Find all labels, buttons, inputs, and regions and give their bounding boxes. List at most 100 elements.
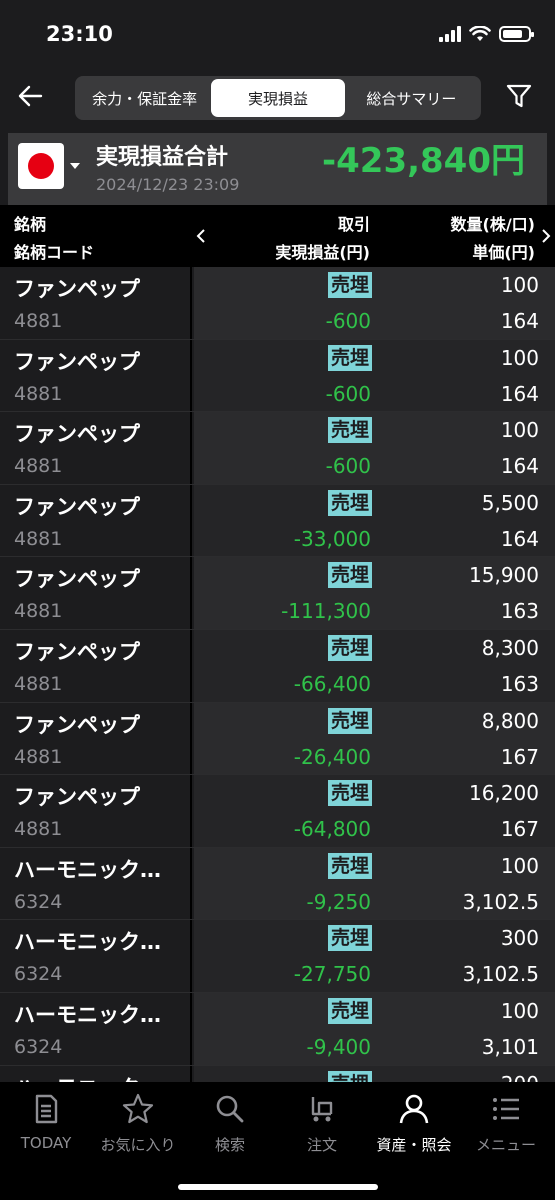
row-left-cell: ハーモニック… 6324 (0, 847, 192, 920)
trade-type-badge: 売埋 (327, 707, 372, 734)
stock-code: 4881 (14, 745, 63, 768)
unit-price: 164 (500, 454, 539, 479)
realized-pnl: -27,750 (293, 962, 371, 987)
row-right-cell: 売埋 -111,300 15,900 163 (194, 557, 555, 629)
nav-bar: 余力・保証金率 実現損益 総合サマリー (0, 70, 555, 130)
stock-name: ハーモニック… (14, 1002, 161, 1027)
tab-total-summary[interactable]: 総合サマリー (345, 79, 478, 117)
summary-amount: -423,840円 (322, 141, 525, 181)
row-left-cell: ファンペップ 4881 (0, 267, 192, 339)
stock-code: 4881 (14, 818, 63, 841)
row-right-cell: 売埋 -600 100 164 (194, 339, 555, 412)
column-price: 単価(円) (472, 243, 535, 262)
row-right-cell: 売埋 -27,750 300 3,102.5 (194, 920, 555, 992)
table-row[interactable]: ハーモニック… 売埋 200 (0, 1065, 555, 1082)
quantity: 200 (501, 1072, 539, 1082)
summary-date: 2024/12/23 23:09 (96, 175, 240, 194)
quantity: 100 (500, 418, 539, 443)
tabbar-item-today[interactable]: TODAY (0, 1092, 92, 1152)
table-row[interactable]: ファンペップ 4881 売埋 -26,400 8,800 167 (0, 702, 555, 776)
stock-name: ファンペップ (14, 785, 140, 810)
trade-type-badge: 売埋 (327, 780, 372, 807)
stock-code: 6324 (14, 890, 63, 913)
table-row[interactable]: ハーモニック… 6324 売埋 -27,750 300 3,102.5 (0, 920, 555, 993)
cart-icon (311, 1097, 333, 1122)
market-selector[interactable] (18, 143, 64, 189)
row-left-cell: ハーモニック… 6324 (0, 920, 192, 992)
quantity: 100 (500, 273, 539, 297)
table-row[interactable]: ファンペップ 4881 売埋 -600 100 164 (0, 339, 555, 413)
tabbar-item-search[interactable]: 検索 (184, 1092, 276, 1155)
table-row[interactable]: ファンペップ 4881 売埋 -600 100 164 (0, 412, 555, 485)
status-time: 23:10 (46, 22, 113, 46)
table-row[interactable]: ファンペップ 4881 売埋 -66,400 8,300 163 (0, 629, 555, 703)
back-arrow-icon (18, 85, 43, 107)
unit-price: 164 (500, 309, 539, 333)
tab-realized-pnl[interactable]: 実現損益 (211, 79, 345, 117)
stock-code: 4881 (14, 455, 63, 478)
back-button[interactable] (12, 78, 48, 114)
japan-flag-icon (28, 153, 54, 179)
row-right-cell: 売埋 -66,400 8,300 163 (194, 629, 555, 702)
tab-margin-ratio[interactable]: 余力・保証金率 (78, 79, 211, 117)
quantity: 100 (500, 853, 539, 878)
table-row[interactable]: ファンペップ 4881 売埋 -33,000 5,500 164 (0, 484, 555, 558)
tabbar-label: 注文 (306, 1136, 337, 1154)
column-trade: 取引 (337, 215, 370, 234)
chevron-left-icon[interactable] (195, 229, 207, 243)
column-pnl: 実現損益(円) (275, 243, 370, 262)
stock-name: ファンペップ (14, 422, 140, 447)
realized-pnl: -26,400 (293, 744, 371, 769)
realized-pnl: -600 (325, 381, 371, 406)
battery-icon (499, 26, 534, 42)
quantity: 8,800 (481, 708, 539, 733)
home-indicator (178, 1184, 378, 1190)
filter-button[interactable] (501, 78, 537, 114)
row-left-cell: ファンペップ 4881 (0, 412, 192, 484)
table-row[interactable]: ハーモニック… 6324 売埋 -9,250 100 3,102.5 (0, 847, 555, 921)
tabbar-item-menu[interactable]: メニュー (460, 1092, 552, 1155)
realized-pnl: -9,400 (306, 1034, 371, 1059)
tabbar-item-order[interactable]: 注文 (276, 1092, 368, 1155)
tabbar-label: TODAY (20, 1134, 72, 1152)
column-header: 銘柄 銘柄コード 取引 実現損益(円) 数量(株/口) 単価(円) (0, 205, 555, 267)
person-icon (399, 1094, 429, 1124)
unit-price: 167 (500, 744, 539, 769)
status-bar: 23:10 (0, 0, 555, 70)
table-row[interactable]: ファンペップ 4881 売埋 -600 100 164 (0, 267, 555, 340)
unit-price: 3,102.5 (462, 889, 539, 914)
status-icons (439, 26, 534, 42)
tabbar-label: 検索 (214, 1136, 245, 1154)
pnl-summary: 実現損益合計 2024/12/23 23:09 -423,840円 (8, 133, 547, 205)
row-right-cell: 売埋 -9,250 100 3,102.5 (194, 847, 555, 920)
table-row[interactable]: ファンペップ 4881 売埋 -64,800 16,200 167 (0, 775, 555, 848)
tabbar-item-assets[interactable]: 資産・照会 (368, 1092, 460, 1155)
row-right-cell: 売埋 -26,400 8,800 167 (194, 702, 555, 775)
unit-price: 164 (500, 381, 539, 406)
realized-pnl: -64,800 (293, 817, 371, 842)
filter-icon (506, 84, 532, 108)
column-code: 銘柄コード (14, 243, 95, 262)
tabbar-item-favorites[interactable]: お気に入り (92, 1092, 184, 1155)
stock-name: ファンペップ (14, 494, 140, 519)
caret-down-icon[interactable] (70, 163, 80, 169)
trade-type-badge: 売埋 (327, 344, 372, 371)
row-left-cell: ファンペップ 4881 (0, 775, 192, 847)
stock-code: 4881 (14, 310, 63, 332)
pnl-table: ファンペップ 4881 売埋 -600 100 164 ファンペップ 4881 … (0, 267, 555, 1082)
realized-pnl: -9,250 (306, 889, 371, 914)
chevron-right-icon[interactable] (540, 229, 552, 243)
table-row[interactable]: ハーモニック… 6324 売埋 -9,400 100 3,101 (0, 992, 555, 1066)
quantity: 16,200 (469, 781, 539, 806)
row-right-cell: 売埋 -9,400 100 3,101 (194, 992, 555, 1065)
stock-name: ファンペップ (14, 712, 140, 737)
column-name: 銘柄 (14, 215, 47, 234)
trade-type-badge: 売埋 (327, 852, 372, 879)
stock-name: ハーモニック… (14, 930, 161, 955)
quantity: 5,500 (481, 490, 539, 515)
row-left-cell: ハーモニック… (0, 1065, 192, 1082)
row-right-cell: 売埋 -64,800 16,200 167 (194, 775, 555, 847)
quantity: 100 (500, 998, 539, 1023)
table-row[interactable]: ファンペップ 4881 売埋 -111,300 15,900 163 (0, 557, 555, 630)
row-left-cell: ファンペップ 4881 (0, 629, 192, 702)
